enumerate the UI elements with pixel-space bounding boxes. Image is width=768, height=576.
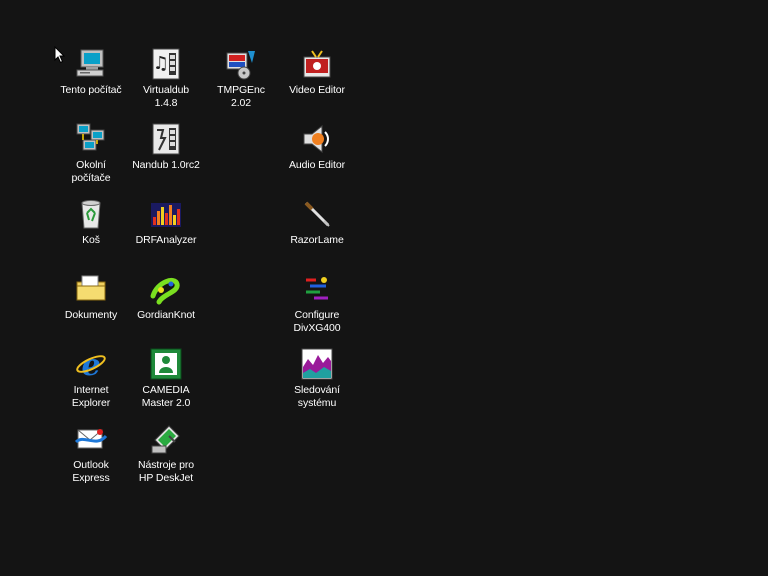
video-editor-icon — [303, 50, 331, 78]
audio-editor-icon — [303, 124, 329, 154]
icon-label: RazorLame — [290, 234, 344, 246]
desktop: Tento počítač Okolní počítače Koš Dokume… — [0, 0, 768, 576]
desktop-icon-razorlame[interactable]: RazorLame — [277, 197, 357, 247]
desktop-icon-nandub[interactable]: Nandub 1.0rc2 — [126, 122, 206, 172]
icon-label: Virtualdub 1.4.8 — [142, 84, 190, 109]
network-icon — [76, 123, 105, 151]
razor-icon — [304, 201, 330, 227]
svg-text:♫: ♫ — [153, 53, 169, 74]
desktop-icon-my-computer[interactable]: Tento počítač — [51, 47, 131, 97]
icon-label: Video Editor — [289, 84, 345, 96]
icon-label: Koš — [82, 234, 100, 246]
desktop-icon-outlook-express[interactable]: Outlook Express — [51, 422, 131, 485]
icon-label: Internet Explorer — [71, 384, 111, 409]
icon-label: Dokumenty — [64, 309, 118, 321]
tmpgenc-icon — [226, 51, 255, 80]
printer-tools-icon — [151, 425, 180, 454]
svg-text:e: e — [81, 348, 100, 381]
recycle-bin-icon — [81, 200, 101, 229]
desktop-icon-tmpgenc[interactable]: TMPGEnc 2.02 — [201, 47, 281, 110]
icon-label: CAMEDIA Master 2.0 — [141, 384, 191, 409]
desktop-icon-drfanalyzer[interactable]: DRFAnalyzer — [126, 197, 206, 247]
desktop-icon-internet-explorer[interactable]: e Internet Explorer — [51, 347, 131, 410]
outlook-express-icon — [74, 429, 108, 449]
icon-label: Tento počítač — [60, 84, 122, 96]
icon-label: Nástroje pro HP DeskJet — [138, 459, 194, 484]
analyzer-icon — [151, 203, 181, 227]
divx-config-icon — [306, 277, 328, 300]
icon-label: Outlook Express — [72, 459, 110, 484]
virtualdub-icon: ♫ — [152, 48, 180, 80]
desktop-icon-system-monitor[interactable]: Sledování systému — [277, 347, 357, 410]
icon-label: Configure DivXG400 — [293, 309, 341, 334]
nandub-icon — [152, 123, 180, 155]
camedia-icon — [150, 348, 182, 380]
icon-label: Nandub 1.0rc2 — [132, 159, 200, 171]
computer-icon — [76, 49, 104, 77]
desktop-icon-documents[interactable]: Dokumenty — [51, 272, 131, 322]
icon-label: Okolní počítače — [71, 159, 111, 184]
desktop-icon-hp-deskjet[interactable]: Nástroje pro HP DeskJet — [126, 422, 206, 485]
desktop-icon-video-editor[interactable]: Video Editor — [277, 47, 357, 97]
desktop-icon-network[interactable]: Okolní počítače — [51, 122, 131, 185]
gordianknot-icon — [150, 278, 180, 305]
icon-label: TMPGEnc 2.02 — [217, 84, 265, 109]
desktop-icon-recycle-bin[interactable]: Koš — [51, 197, 131, 247]
desktop-icon-gordianknot[interactable]: GordianKnot — [126, 272, 206, 322]
folder-icon — [76, 275, 106, 301]
desktop-icon-virtualdub[interactable]: ♫ Virtualdub 1.4.8 — [126, 47, 206, 110]
desktop-icon-configure-divx[interactable]: Configure DivXG400 — [277, 272, 357, 335]
icon-label: Sledování systému — [294, 384, 340, 409]
icon-label: DRFAnalyzer — [135, 234, 197, 246]
icon-label: GordianKnot — [137, 309, 195, 321]
icon-label: Audio Editor — [288, 159, 345, 171]
system-monitor-icon — [301, 348, 333, 380]
desktop-icon-camedia[interactable]: CAMEDIA Master 2.0 — [126, 347, 206, 410]
internet-explorer-icon: e — [76, 348, 106, 381]
desktop-icon-audio-editor[interactable]: Audio Editor — [277, 122, 357, 172]
